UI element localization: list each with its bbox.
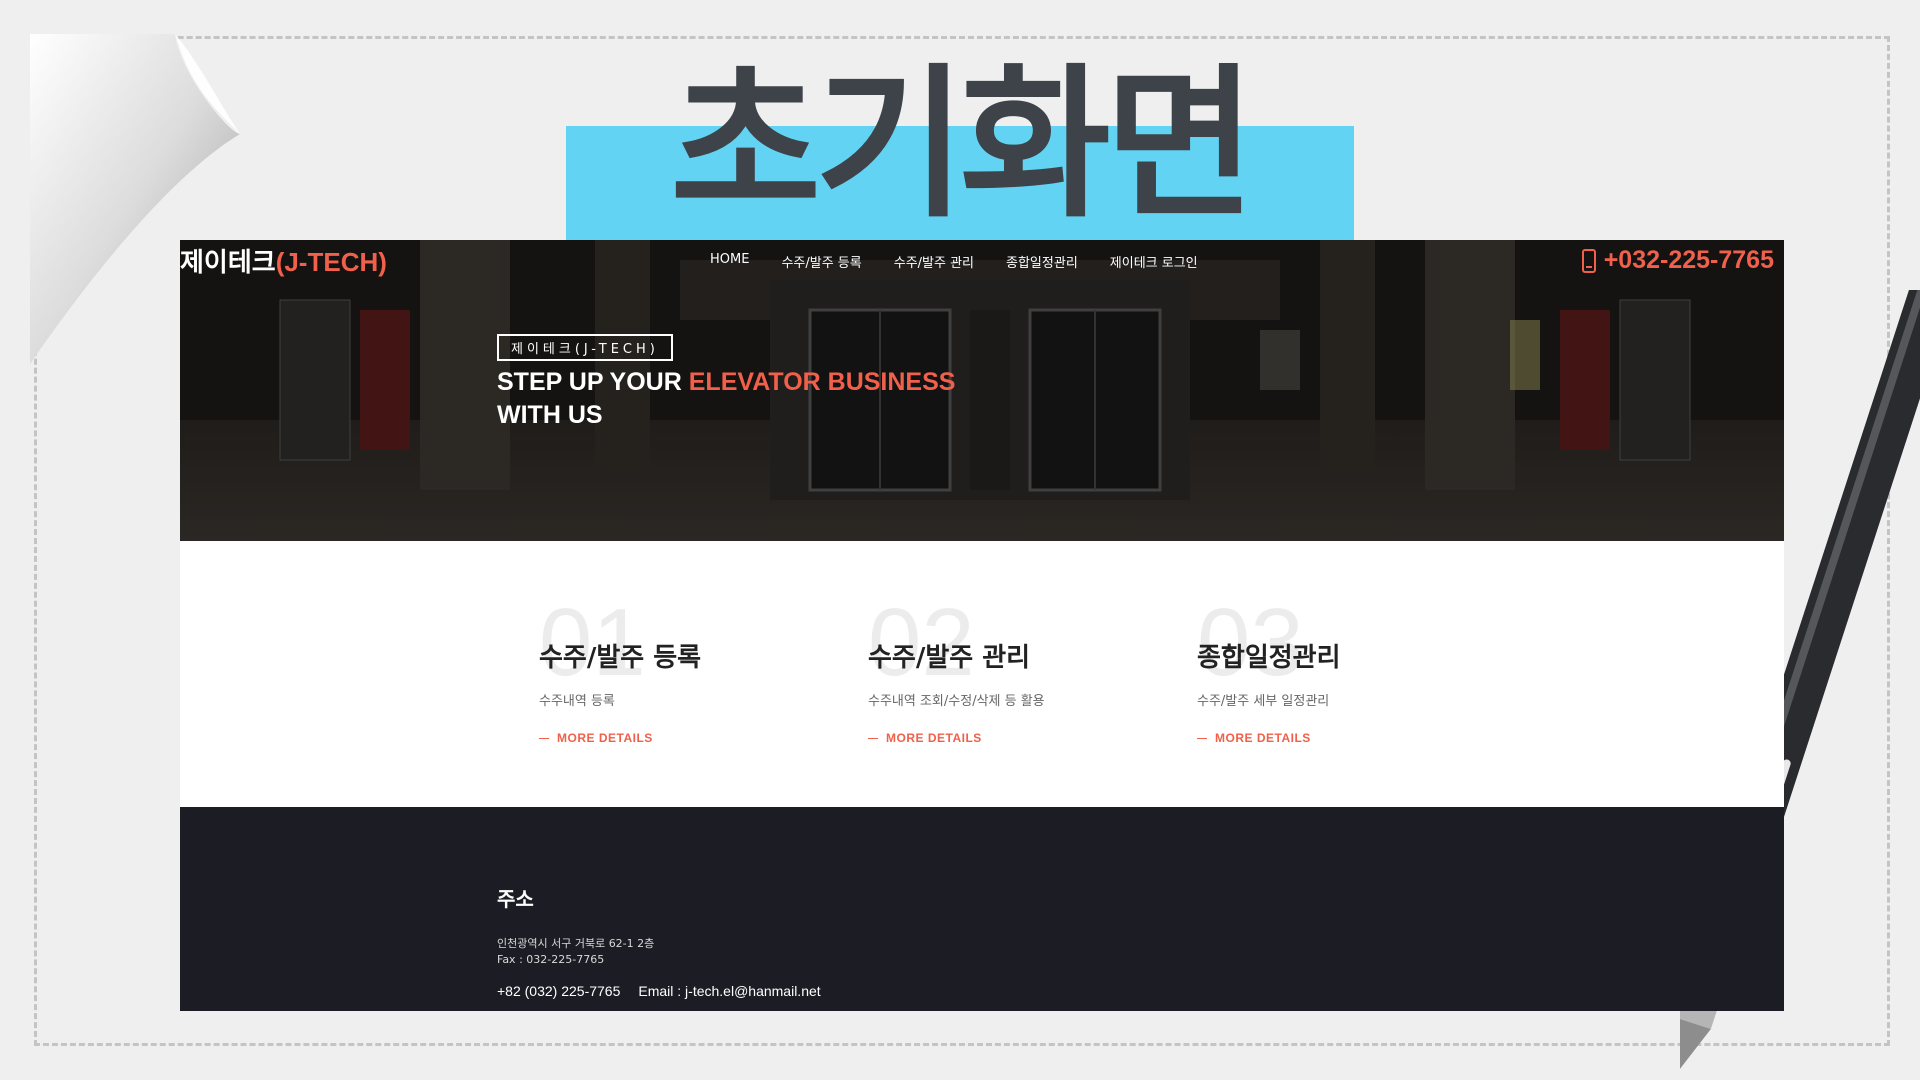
logo-accent-text: (J-TECH) [275, 247, 387, 277]
site-footer: 주소 인천광역시 서구 거북로 62-1 2층 Fax : 032-225-77… [180, 807, 1784, 1011]
hero-badge: 제이테크(J-TECH) [497, 334, 673, 361]
more-details-link[interactable]: MORE DETAILS [539, 731, 839, 745]
nav-login[interactable]: 제이테크 로그인 [1110, 252, 1198, 271]
footer-email[interactable]: Email : j-tech.el@hanmail.net [638, 983, 820, 999]
footer-phone[interactable]: +82 (032) 225-7765 [497, 983, 620, 999]
header-phone-number: +032-225-7765 [1603, 246, 1774, 274]
logo-main-text: 제이테크 [180, 247, 276, 277]
feature-title: 종합일정관리 [1197, 643, 1341, 673]
more-details-link[interactable]: MORE DETAILS [868, 731, 1168, 745]
footer-fax: Fax : 032-225-7765 [497, 953, 605, 966]
mobile-phone-icon [1581, 248, 1596, 273]
hero-section: 제이테크(J-TECH) HOME 수주/발주 등록 수주/발주 관리 종합일정… [180, 240, 1784, 541]
footer-contact: +82 (032) 225-7765 Email : j-tech.el@han… [497, 983, 821, 999]
more-details-link[interactable]: MORE DETAILS [1197, 731, 1497, 745]
website-screenshot: 제이테크(J-TECH) HOME 수주/발주 등록 수주/발주 관리 종합일정… [180, 240, 1784, 1011]
footer-title: 주소 [497, 887, 534, 911]
site-logo[interactable]: 제이테크(J-TECH) [180, 242, 387, 279]
header-phone[interactable]: +032-225-7765 [1581, 246, 1774, 275]
feature-desc: 수주내역 등록 [539, 694, 615, 709]
feature-title: 수주/발주 관리 [868, 643, 1031, 673]
nav-home[interactable]: HOME [710, 252, 749, 271]
hero-line1-white: STEP UP YOUR [497, 368, 689, 396]
footer-address: 인천광역시 서구 거북로 62-1 2층 [497, 937, 655, 950]
feature-desc: 수주내역 조회/수정/삭제 등 활용 [868, 694, 1045, 709]
feature-title: 수주/발주 등록 [539, 643, 702, 673]
feature-desc: 수주/발주 세부 일정관리 [1197, 694, 1330, 709]
feature-card-2: 02 수주/발주 관리 수주내역 조회/수정/삭제 등 활용 MORE DETA… [868, 595, 1168, 746]
hero-headline: STEP UP YOUR ELEVATOR BUSINESS WITH US [497, 366, 955, 432]
main-nav: HOME 수주/발주 등록 수주/발주 관리 종합일정관리 제이테크 로그인 [710, 252, 1198, 271]
nav-order-manage[interactable]: 수주/발주 관리 [894, 252, 974, 271]
nav-order-register[interactable]: 수주/발주 등록 [781, 252, 861, 271]
page-title: 초기화면 [670, 49, 1256, 240]
feature-card-3: 03 종합일정관리 수주/발주 세부 일정관리 MORE DETAILS [1197, 595, 1497, 746]
features-section: 01 수주/발주 등록 수주내역 등록 MORE DETAILS 02 수주/발… [180, 541, 1784, 807]
subway-station-background [180, 240, 1784, 541]
feature-card-1: 01 수주/발주 등록 수주내역 등록 MORE DETAILS [539, 595, 839, 746]
hero-line2: WITH US [497, 401, 603, 429]
hero-line1-accent: ELEVATOR BUSINESS [688, 368, 956, 396]
nav-schedule[interactable]: 종합일정관리 [1006, 252, 1078, 271]
